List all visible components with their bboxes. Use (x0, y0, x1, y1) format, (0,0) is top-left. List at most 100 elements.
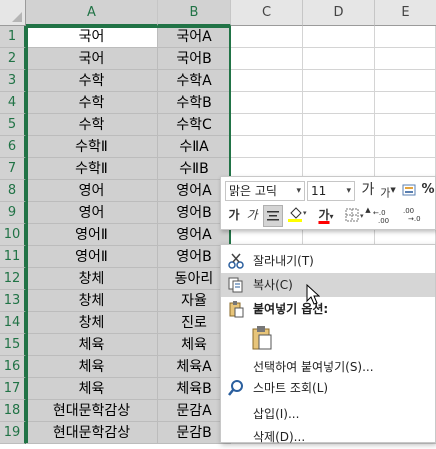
cell-empty[interactable] (303, 70, 375, 92)
cell-column-a[interactable]: 수학Ⅱ (26, 158, 158, 180)
row-header[interactable]: 16 (0, 356, 26, 378)
row-header[interactable]: 13 (0, 290, 26, 312)
cell-column-a[interactable]: 영어 (26, 202, 158, 224)
row-header[interactable]: 7 (0, 158, 26, 180)
align-center-button[interactable] (263, 205, 283, 227)
cell-empty[interactable] (303, 136, 375, 158)
cell-column-a[interactable]: 영어Ⅱ (26, 224, 158, 246)
cell-empty[interactable] (231, 26, 303, 48)
cell-column-a[interactable]: 국어 (26, 48, 158, 70)
menu-item-delete[interactable]: 삭제(D)... (221, 425, 435, 449)
cell-column-b[interactable]: 수학C (158, 114, 231, 136)
menu-item-label: 복사(C) (253, 278, 293, 292)
row-header[interactable]: 1 (0, 26, 26, 48)
column-header-c[interactable]: C (231, 0, 303, 26)
cell-column-a[interactable]: 현대문학감상 (26, 422, 158, 444)
cell-empty[interactable] (375, 26, 436, 48)
cell-styles-icon (402, 184, 416, 196)
menu-item-insert[interactable]: 삽입(I)... (221, 402, 435, 426)
column-header-e[interactable]: E (375, 0, 436, 26)
row-header[interactable]: 17 (0, 378, 26, 400)
row-header[interactable]: 10 (0, 224, 26, 246)
increase-decimal-button[interactable]: ←.0.00 (371, 205, 399, 227)
row-header[interactable]: 3 (0, 70, 26, 92)
menu-item-copy[interactable]: 복사(C) (221, 273, 435, 297)
font-color-button[interactable]: 가▾ (313, 205, 339, 227)
cell-column-b[interactable]: 국어B (158, 48, 231, 70)
cell-styles-button[interactable] (401, 180, 421, 202)
cell-empty[interactable] (231, 48, 303, 70)
cell-column-a[interactable]: 창체 (26, 312, 158, 334)
cell-empty[interactable] (303, 92, 375, 114)
menu-item-label: 삭제(D)... (253, 430, 306, 444)
italic-button[interactable]: 가 (243, 205, 261, 227)
cell-column-a[interactable]: 창체 (26, 268, 158, 290)
cell-empty[interactable] (375, 136, 436, 158)
font-size-value: 11 (311, 184, 327, 198)
smart-lookup-icon (228, 380, 243, 396)
column-header-d[interactable]: D (303, 0, 375, 26)
cell-empty[interactable] (303, 26, 375, 48)
menu-item-smart-lookup[interactable]: 스마트 조회(L) (221, 376, 435, 400)
borders-button[interactable]: ▾ (343, 205, 369, 227)
cell-column-a[interactable]: 수학 (26, 114, 158, 136)
cell-column-a[interactable]: 영어Ⅱ (26, 246, 158, 268)
cell-column-a[interactable]: 국어 (26, 26, 158, 48)
row-header[interactable]: 11 (0, 246, 26, 268)
cell-column-a[interactable]: 현대문학감상 (26, 400, 158, 422)
cell-column-a[interactable]: 수학Ⅱ (26, 136, 158, 158)
svg-text:▾: ▾ (303, 209, 307, 217)
row-header[interactable]: 15 (0, 334, 26, 356)
row-header[interactable]: 6 (0, 136, 26, 158)
cell-column-b[interactable]: 수ⅡA (158, 136, 231, 158)
chevron-down-icon: ▾ (346, 186, 351, 196)
cell-empty[interactable] (375, 92, 436, 114)
row-header[interactable]: 14 (0, 312, 26, 334)
menu-item-cut[interactable]: 잘라내기(T) (221, 249, 435, 273)
bold-button[interactable]: 가 (225, 205, 243, 227)
decrease-decimal-button[interactable]: .00 →.0 (401, 205, 431, 227)
row-header[interactable]: 18 (0, 400, 26, 422)
row-header[interactable]: 9 (0, 202, 26, 224)
cell-column-a[interactable]: 창체 (26, 290, 158, 312)
cell-column-a[interactable]: 체육 (26, 334, 158, 356)
percent-style-button[interactable]: % (421, 180, 435, 202)
fill-color-button[interactable]: ▾ (285, 205, 311, 227)
row-header[interactable]: 8 (0, 180, 26, 202)
svg-text:←.0: ←.0 (373, 209, 386, 217)
column-header-b[interactable]: B (158, 0, 231, 26)
cell-empty[interactable] (375, 48, 436, 70)
cell-empty[interactable] (303, 48, 375, 70)
font-name-dropdown[interactable]: 맑은 고딕 ▾ (225, 181, 305, 201)
row-header[interactable]: 19 (0, 422, 26, 444)
cell-empty[interactable] (303, 114, 375, 136)
cell-column-b[interactable]: 국어A (158, 26, 231, 48)
row-header[interactable]: 12 (0, 268, 26, 290)
cell-column-a[interactable]: 영어 (26, 180, 158, 202)
cell-empty[interactable] (231, 92, 303, 114)
copy-icon (228, 277, 243, 293)
decrease-font-size-button[interactable]: 가▼ (379, 180, 397, 202)
increase-font-size-button[interactable]: 가▲ (359, 180, 377, 214)
cell-empty[interactable] (231, 114, 303, 136)
cell-column-a[interactable]: 체육 (26, 356, 158, 378)
font-size-dropdown[interactable]: 11 ▾ (307, 181, 355, 201)
cell-empty[interactable] (375, 70, 436, 92)
menu-item-paste-option-button[interactable] (221, 321, 435, 355)
cell-column-a[interactable]: 체육 (26, 378, 158, 400)
cell-empty[interactable] (231, 70, 303, 92)
chevron-down-icon: ▾ (296, 186, 301, 196)
cell-column-a[interactable]: 수학 (26, 70, 158, 92)
select-all-corner[interactable] (0, 0, 26, 26)
row-header[interactable]: 2 (0, 48, 26, 70)
row-header[interactable]: 4 (0, 92, 26, 114)
cell-empty[interactable] (231, 136, 303, 158)
cell-column-b[interactable]: 수학A (158, 70, 231, 92)
cell-empty[interactable] (375, 114, 436, 136)
column-header-a[interactable]: A (26, 0, 158, 26)
decrease-font-icon: 가 (380, 186, 391, 200)
cell-column-a[interactable]: 수학 (26, 92, 158, 114)
cell-column-b[interactable]: 수학B (158, 92, 231, 114)
row-header[interactable]: 5 (0, 114, 26, 136)
increase-decimal-icon: ←.0.00 (373, 209, 389, 225)
